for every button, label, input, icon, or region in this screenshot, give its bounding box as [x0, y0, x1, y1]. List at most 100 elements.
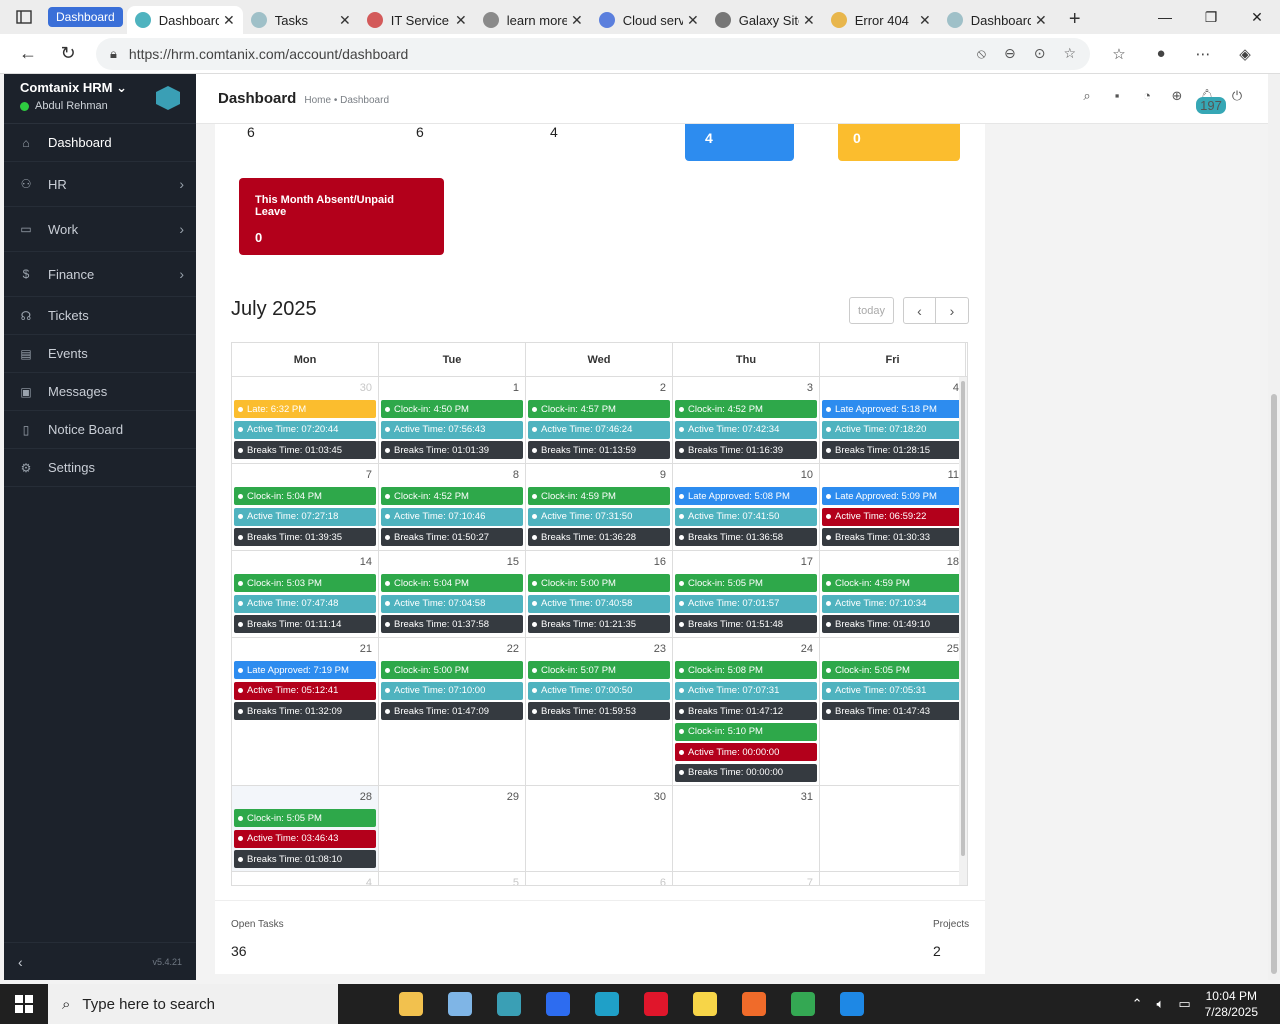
favorites-icon[interactable]: ☆	[1098, 45, 1140, 63]
calendar-day-cell[interactable]: 9 Clock-in: 4:59 PM Active Time: 07:31:50 B…	[526, 464, 673, 550]
calendar-day-cell[interactable]	[820, 786, 966, 871]
day-number[interactable]: 8	[381, 466, 523, 487]
stat-card-yellow[interactable]: 0	[838, 124, 960, 161]
sidebar-item-hr[interactable]: ⚇ HR ›	[4, 162, 196, 207]
back-button[interactable]: ←	[8, 34, 48, 74]
calendar-event[interactable]: Breaks Time: 01:47:12	[675, 702, 817, 720]
calendar-day-cell[interactable]: 7	[673, 872, 820, 885]
calendar-event[interactable]: Breaks Time: 01:50:27	[381, 528, 523, 546]
calendar-day-cell[interactable]: 18 Clock-in: 4:59 PM Active Time: 07:10:34…	[820, 551, 966, 637]
sidebar-item-notice-board[interactable]: ▯ Notice Board	[4, 411, 196, 449]
calendar-day-cell[interactable]: 4 Late Approved: 5:18 PM Active Time: 07:1…	[820, 377, 966, 463]
tab-title[interactable]: Dashboard	[971, 13, 1031, 28]
calendar-event[interactable]: Clock-in: 5:03 PM	[234, 574, 376, 592]
calendar-event[interactable]: Clock-in: 5:05 PM	[234, 809, 376, 827]
calendar-day-cell[interactable]: 22 Clock-in: 5:00 PM Active Time: 07:10:00…	[379, 638, 526, 785]
minimize-button[interactable]: —	[1142, 0, 1188, 34]
notification-bell-icon[interactable]: 🔔︎197	[1192, 88, 1226, 119]
day-number[interactable]: 29	[381, 788, 523, 809]
day-number[interactable]: 25	[822, 640, 963, 661]
day-number[interactable]: 21	[234, 640, 376, 661]
day-number[interactable]: 31	[675, 788, 817, 809]
copilot-icon[interactable]: ◈	[1224, 45, 1266, 63]
browser-tab[interactable]: Dashboard ✕	[126, 6, 243, 34]
day-number[interactable]: 6	[528, 874, 670, 885]
tray-chevron-icon[interactable]: ⌃	[1132, 996, 1143, 1012]
day-number[interactable]: 17	[675, 553, 817, 574]
tab-title[interactable]: Tasks	[275, 13, 335, 28]
calendar-event[interactable]: Breaks Time: 01:13:59	[528, 441, 670, 459]
sidebar-item-events[interactable]: ▤ Events	[4, 335, 196, 373]
calendar-event[interactable]: Clock-in: 5:07 PM	[528, 661, 670, 679]
calendar-day-cell[interactable]: 24 Clock-in: 5:08 PM Active Time: 07:07:31…	[673, 638, 820, 785]
calendar-event[interactable]: Breaks Time: 01:16:39	[675, 441, 817, 459]
calendar-day-cell[interactable]: 14 Clock-in: 5:03 PM Active Time: 07:47:48…	[232, 551, 379, 637]
calendar-day-cell[interactable]: 6	[526, 872, 673, 885]
calendar-event[interactable]: Active Time: 07:27:18	[234, 507, 376, 526]
collapse-sidebar-icon[interactable]: ‹	[18, 954, 23, 970]
power-icon[interactable]: ⏻	[1222, 88, 1252, 119]
calendar-event[interactable]: Active Time: 07:40:58	[528, 594, 670, 613]
prev-month-button[interactable]: ‹	[903, 297, 936, 324]
calendar-event[interactable]: Breaks Time: 01:21:35	[528, 615, 670, 633]
sticky-notes-icon[interactable]	[680, 984, 729, 1024]
calendar-event[interactable]: Breaks Time: 01:08:10	[234, 850, 376, 868]
calendar-event[interactable]: Breaks Time: 00:00:00	[675, 763, 817, 782]
stat-card-blue[interactable]: 4	[685, 124, 794, 161]
day-number[interactable]: 15	[381, 553, 523, 574]
browser-tab[interactable]: learn more ✕	[475, 6, 591, 34]
calendar-event[interactable]: Active Time: 07:56:43	[381, 420, 523, 439]
calendar-event[interactable]: Clock-in: 5:05 PM	[675, 574, 817, 592]
taskbar-search[interactable]: ⌕ Type here to search	[48, 984, 338, 1024]
day-number[interactable]: 7	[234, 466, 376, 487]
sidebar-item-dashboard[interactable]: ⌂ Dashboard	[4, 124, 196, 162]
calendar-day-cell[interactable]: 21 Late Approved: 7:19 PM Active Time: 05:…	[232, 638, 379, 785]
day-number[interactable]	[822, 788, 963, 809]
opera-icon[interactable]	[631, 984, 680, 1024]
brand-block[interactable]: Comtanix HRM ⌄ Abdul Rehman	[4, 74, 196, 124]
calendar-day-cell[interactable]: 30 Late: 6:32 PM Active Time: 07:20:44 Brea…	[232, 377, 379, 463]
calendar-event[interactable]: Breaks Time: 01:11:14	[234, 615, 376, 633]
calendar-event[interactable]: Breaks Time: 01:28:15	[822, 441, 963, 459]
calendar-day-cell[interactable]: 31	[673, 786, 820, 871]
day-number[interactable]: 18	[822, 553, 963, 574]
restore-button[interactable]: ❐	[1188, 0, 1234, 34]
calendar-event[interactable]: Breaks Time: 01:59:53	[528, 702, 670, 720]
close-tab-icon[interactable]: ✕	[571, 12, 583, 29]
calendar-event[interactable]: Breaks Time: 01:30:33	[822, 528, 963, 546]
calendar-event[interactable]: Active Time: 07:10:00	[381, 681, 523, 700]
calendar-event[interactable]: Breaks Time: 01:37:58	[381, 615, 523, 633]
browser-tab[interactable]: Galaxy Site ✕	[707, 6, 823, 34]
day-number[interactable]: 9	[528, 466, 670, 487]
day-number[interactable]: 7	[675, 874, 817, 885]
new-tab-button[interactable]: +	[1055, 8, 1095, 31]
windows-start-icon[interactable]	[0, 984, 48, 1024]
close-window-button[interactable]: ✕	[1234, 0, 1280, 34]
calendar-event[interactable]: Breaks Time: 01:49:10	[822, 615, 963, 633]
close-tab-icon[interactable]: ✕	[339, 12, 351, 29]
calendar-event[interactable]: Active Time: 07:01:57	[675, 594, 817, 613]
calendar-event[interactable]: Clock-in: 5:00 PM	[381, 661, 523, 679]
calendar-event[interactable]: Breaks Time: 01:47:43	[822, 702, 963, 720]
calendar-event[interactable]: Breaks Time: 01:36:58	[675, 528, 817, 546]
calendar-event[interactable]: Breaks Time: 01:36:28	[528, 528, 670, 546]
day-number[interactable]: 22	[381, 640, 523, 661]
page-scrollbar[interactable]	[1268, 74, 1280, 980]
calendar-body[interactable]: 30 Late: 6:32 PM Active Time: 07:20:44 Brea…	[232, 377, 967, 885]
clock-icon[interactable]: ◔	[1132, 88, 1162, 119]
calendar-event[interactable]: Active Time: 03:46:43	[234, 829, 376, 848]
calendar-event[interactable]: Active Time: 07:10:34	[822, 594, 963, 613]
calendar-event[interactable]: Clock-in: 4:50 PM	[381, 400, 523, 418]
browser-tab[interactable]: Error 404 ✕	[823, 6, 939, 34]
menu-dots-icon[interactable]: ⋯	[1182, 45, 1224, 63]
calendar-event[interactable]: Breaks Time: 01:03:45	[234, 441, 376, 459]
calendar-day-cell[interactable]: 15 Clock-in: 5:04 PM Active Time: 07:04:58…	[379, 551, 526, 637]
calendar-event[interactable]: Clock-in: 4:52 PM	[381, 487, 523, 505]
calendar-event[interactable]: Active Time: 07:05:31	[822, 681, 963, 700]
calendar-event[interactable]: Active Time: 06:59:22	[822, 507, 963, 526]
calendar-event[interactable]: Active Time: 07:00:50	[528, 681, 670, 700]
close-tab-icon[interactable]: ✕	[919, 12, 931, 29]
calendar-event[interactable]: Active Time: 07:07:31	[675, 681, 817, 700]
close-tab-icon[interactable]: ✕	[1035, 12, 1047, 29]
calendar-day-cell[interactable]: 3 Clock-in: 4:52 PM Active Time: 07:42:34 B…	[673, 377, 820, 463]
